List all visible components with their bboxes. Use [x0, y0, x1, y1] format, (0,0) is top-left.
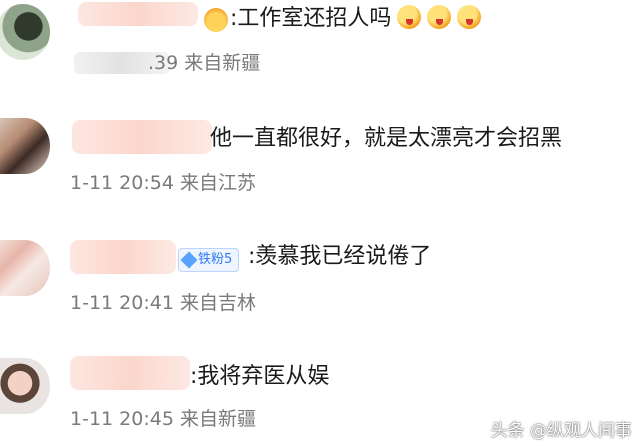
timestamp: 1-11 20:54 [70, 172, 174, 194]
comment-text: :工作室还招人吗 [230, 4, 482, 34]
timestamp: 1-11 20:45 [70, 408, 174, 430]
comment-meta: 1-11 20:54 来自江苏 [70, 170, 256, 196]
comment-meta: 1-11 20:41 来自吉林 [70, 290, 256, 316]
comment-text: :羡慕我已经说倦了 [248, 244, 432, 269]
avatar[interactable] [0, 118, 50, 174]
avatar[interactable] [0, 358, 50, 414]
diamond-icon [180, 251, 198, 269]
location: 来自江苏 [179, 172, 256, 194]
timestamp: 1-11 20:41 [70, 292, 174, 314]
timestamp: .39 [148, 52, 179, 74]
watermark: 头条 @纵观人间事 [490, 421, 632, 441]
avatar[interactable] [0, 240, 50, 296]
fan-level-badge[interactable]: 铁粉5 [178, 248, 240, 272]
username-blurred[interactable] [70, 240, 176, 274]
username-blurred[interactable] [72, 120, 212, 154]
comment-meta: .39 来自新疆 [148, 50, 260, 76]
tongue-emoji-icon [427, 5, 452, 29]
comment-text: 他一直都很好，就是太漂亮才会招黑 [210, 126, 563, 151]
fan-badge-label: 铁粉5 [198, 252, 233, 267]
crown-badge-icon [204, 8, 228, 32]
tongue-emoji-icon [397, 5, 422, 29]
comment-meta: 1-11 20:45 来自新疆 [70, 406, 256, 432]
tongue-emoji-icon [457, 5, 482, 29]
comment-text: :我将弃医从娱 [190, 364, 330, 389]
avatar[interactable] [0, 4, 50, 60]
location: 来自新疆 [184, 52, 261, 74]
username-blurred[interactable] [70, 356, 190, 390]
location: 来自新疆 [179, 408, 256, 430]
location: 来自吉林 [179, 292, 256, 314]
username-blurred[interactable] [78, 2, 198, 26]
comment-text-value: :工作室还招人吗 [230, 6, 392, 31]
